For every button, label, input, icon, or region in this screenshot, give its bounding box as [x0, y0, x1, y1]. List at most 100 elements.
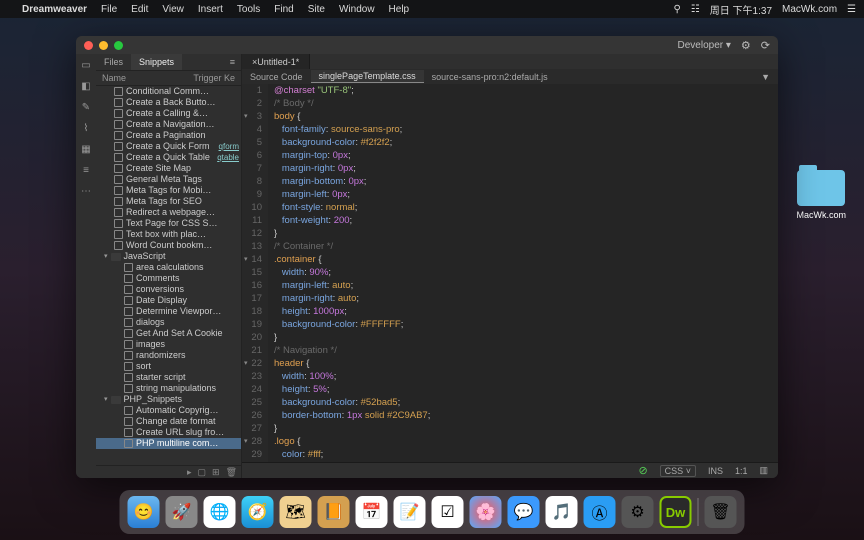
tree-item[interactable]: Text Page for CSS S…: [96, 218, 241, 229]
panel-menu-icon[interactable]: ≡: [224, 54, 241, 70]
col-trigger[interactable]: Trigger Ke: [193, 73, 235, 83]
line-gutter[interactable]: 1234567891011121314151617181920212223242…: [242, 84, 268, 462]
tree-item[interactable]: sort: [96, 361, 241, 372]
add-icon[interactable]: ⊞: [212, 467, 220, 478]
tree-item[interactable]: Redirect a webpage…: [96, 207, 241, 218]
desktop-folder[interactable]: MacWk.com: [797, 170, 847, 220]
tree-item-quick-form[interactable]: Create a Quick Formqform: [96, 141, 241, 152]
dock-messages-icon[interactable]: 💬: [508, 496, 540, 528]
menu-extra-icon[interactable]: ☰: [847, 4, 856, 15]
tree-item[interactable]: Determine Viewpor…: [96, 306, 241, 317]
menu-tools[interactable]: Tools: [237, 4, 260, 15]
tree-item[interactable]: General Meta Tags: [96, 174, 241, 185]
dock-launchpad-icon[interactable]: 🚀: [166, 496, 198, 528]
dock-reminders-icon[interactable]: ☑: [432, 496, 464, 528]
tree-item[interactable]: starter script: [96, 372, 241, 383]
new-snippet-icon[interactable]: ▸: [187, 467, 192, 478]
settings-icon[interactable]: ⚙: [741, 39, 751, 52]
tool-css-icon[interactable]: ✎: [82, 102, 90, 113]
tool-files-icon[interactable]: ▭: [81, 60, 90, 71]
dock-chrome-icon[interactable]: 🌐: [204, 496, 236, 528]
tree-item[interactable]: Meta Tags for Mobi…: [96, 185, 241, 196]
delete-icon[interactable]: 🗑: [226, 467, 237, 478]
tree-item-quick-table[interactable]: Create a Quick Tableqtable: [96, 152, 241, 163]
dock-finder-icon[interactable]: 😊: [128, 496, 160, 528]
source-tab-source-code[interactable]: Source Code: [242, 71, 311, 83]
tool-assets-icon[interactable]: ▦: [81, 144, 90, 155]
tree-item[interactable]: Create a Calling &…: [96, 108, 241, 119]
tab-snippets[interactable]: Snippets: [131, 54, 182, 70]
app-name[interactable]: Dreamweaver: [22, 4, 87, 15]
tree-item[interactable]: randomizers: [96, 350, 241, 361]
tree-item[interactable]: Comments: [96, 273, 241, 284]
wifi-icon[interactable]: ⚲: [673, 4, 680, 15]
close-button[interactable]: [84, 41, 93, 50]
filter-icon[interactable]: ▼: [753, 72, 778, 82]
tree-item[interactable]: Create a Pagination: [96, 130, 241, 141]
source-tab-css[interactable]: singlePageTemplate.css: [311, 70, 424, 83]
tree-folder-php[interactable]: PHP_Snippets: [96, 394, 241, 405]
tool-insert-icon[interactable]: ◧: [81, 81, 90, 92]
sync-icon[interactable]: ⟳: [761, 39, 770, 52]
menu-window[interactable]: Window: [339, 4, 375, 15]
clock[interactable]: 周日 下午1:37: [710, 2, 772, 17]
dock-notes-icon[interactable]: 📝: [394, 496, 426, 528]
tool-dom-icon[interactable]: ⌇: [84, 123, 89, 134]
tree-item[interactable]: Meta Tags for SEO: [96, 196, 241, 207]
dock-maps-icon[interactable]: 🗺: [280, 496, 312, 528]
col-name[interactable]: Name: [102, 73, 193, 83]
language-selector[interactable]: CSS ˅: [660, 465, 696, 477]
tree-item[interactable]: conversions: [96, 284, 241, 295]
tree-item[interactable]: Get And Set A Cookie: [96, 328, 241, 339]
insert-mode[interactable]: INS: [708, 466, 723, 476]
menu-file[interactable]: File: [101, 4, 117, 15]
tree-item[interactable]: dialogs: [96, 317, 241, 328]
dock-safari-icon[interactable]: 🧭: [242, 496, 274, 528]
status-ok-icon[interactable]: ⊘: [638, 464, 647, 477]
trigger-link[interactable]: qtable: [217, 152, 239, 163]
menu-edit[interactable]: Edit: [131, 4, 148, 15]
tree-item[interactable]: Create URL slug fro…: [96, 427, 241, 438]
new-folder-icon[interactable]: ▢: [198, 467, 207, 478]
maximize-button[interactable]: [114, 41, 123, 50]
menu-view[interactable]: View: [162, 4, 184, 15]
menu-site[interactable]: Site: [308, 4, 325, 15]
tree-item[interactable]: Automatic Copyrig…: [96, 405, 241, 416]
dock-trash-icon[interactable]: 🗑: [705, 496, 737, 528]
tab-files[interactable]: Files: [96, 54, 131, 70]
minimize-button[interactable]: [99, 41, 108, 50]
overview-icon[interactable]: ▥: [759, 465, 768, 476]
tree-item-selected[interactable]: PHP multiline com…: [96, 438, 241, 449]
tree-item[interactable]: Date Display: [96, 295, 241, 306]
tree-item[interactable]: string manipulations: [96, 383, 241, 394]
workspace-switcher[interactable]: Developer ▾: [678, 40, 731, 51]
tree-item[interactable]: Word Count bookm…: [96, 240, 241, 251]
menu-find[interactable]: Find: [274, 4, 293, 15]
tree-item[interactable]: Conditional Comm…: [96, 86, 241, 97]
snippets-tree[interactable]: Conditional Comm… Create a Back Butto… C…: [96, 86, 241, 465]
tool-snippets-icon[interactable]: ≡: [83, 165, 89, 176]
tree-item[interactable]: Create a Navigation…: [96, 119, 241, 130]
window-titlebar[interactable]: Developer ▾ ⚙ ⟳: [76, 36, 778, 54]
trigger-link[interactable]: qform: [219, 141, 239, 152]
tree-item[interactable]: area calculations: [96, 262, 241, 273]
tree-item[interactable]: images: [96, 339, 241, 350]
tree-item[interactable]: Create a Back Butto…: [96, 97, 241, 108]
control-center-icon[interactable]: ☷: [691, 4, 700, 15]
dock-dreamweaver-icon[interactable]: Dw: [660, 496, 692, 528]
tree-item[interactable]: Create Site Map: [96, 163, 241, 174]
dock-settings-icon[interactable]: ⚙: [622, 496, 654, 528]
tree-folder-javascript[interactable]: JavaScript: [96, 251, 241, 262]
dock-photos-icon[interactable]: 🌸: [470, 496, 502, 528]
code-lines[interactable]: @charset "UTF-8"; /* Body */ body { font…: [268, 84, 778, 462]
dock-music-icon[interactable]: 🎵: [546, 496, 578, 528]
tool-more-icon[interactable]: ⋯: [81, 186, 91, 197]
tree-item[interactable]: Change date format: [96, 416, 241, 427]
dock-appstore-icon[interactable]: Ⓐ: [584, 496, 616, 528]
document-tab[interactable]: × Untitled-1*: [242, 54, 310, 69]
dock-dictionary-icon[interactable]: 📙: [318, 496, 350, 528]
source-tab-js[interactable]: source-sans-pro:n2:default.js: [424, 71, 556, 83]
menu-help[interactable]: Help: [389, 4, 410, 15]
tree-item[interactable]: Text box with plac…: [96, 229, 241, 240]
dock-calendar-icon[interactable]: 📅: [356, 496, 388, 528]
